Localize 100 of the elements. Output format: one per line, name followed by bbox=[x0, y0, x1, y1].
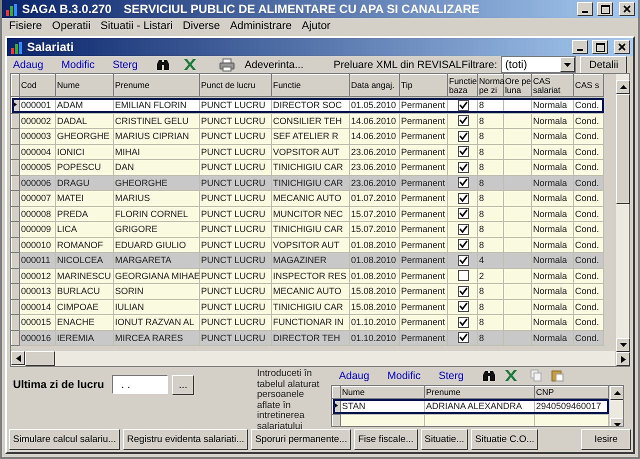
action-button[interactable]: Registru evidenta salariati... bbox=[122, 429, 248, 450]
revisal-link[interactable]: Preluare XML din REVISAL bbox=[334, 58, 462, 70]
action-button[interactable]: Iesire bbox=[581, 429, 631, 450]
dropdown-arrow-icon bbox=[564, 62, 572, 66]
table-cell: Normala bbox=[532, 222, 574, 237]
scroll-up-button[interactable] bbox=[610, 386, 623, 400]
checkbox[interactable] bbox=[458, 192, 468, 204]
checkbox[interactable] bbox=[458, 224, 468, 235]
excel-icon[interactable] bbox=[504, 369, 518, 382]
date-field[interactable]: . . bbox=[112, 375, 168, 394]
close-button[interactable] bbox=[614, 40, 630, 54]
column-header[interactable]: Nume bbox=[340, 386, 424, 398]
table-cell: DIRECTOR SOC bbox=[272, 98, 350, 113]
toolbar-link[interactable]: Sterg bbox=[438, 370, 464, 382]
table-cell: MARGARETA bbox=[114, 252, 200, 268]
action-button[interactable]: Situatie C.O... bbox=[471, 429, 538, 450]
column-header[interactable]: Cod bbox=[20, 74, 56, 96]
menu-item[interactable]: Operatii bbox=[47, 20, 96, 32]
minimize-button[interactable] bbox=[572, 40, 588, 54]
column-header[interactable]: CNP bbox=[534, 386, 608, 398]
checkbox[interactable] bbox=[458, 254, 468, 266]
toolbar-link[interactable]: Modific bbox=[61, 58, 95, 70]
table-cell: IONUT RAZVAN AL bbox=[114, 314, 200, 330]
table-cell: MARIUS bbox=[114, 190, 200, 206]
table-cell: Permanent bbox=[400, 314, 448, 330]
table-cell: 000001 bbox=[20, 98, 56, 113]
table-cell: Permanent bbox=[400, 284, 448, 299]
checkbox[interactable] bbox=[458, 115, 468, 126]
scrollbar-thumb[interactable] bbox=[25, 351, 55, 366]
checkbox[interactable] bbox=[458, 316, 468, 328]
filter-dropdown[interactable]: (toti) bbox=[501, 56, 576, 73]
scroll-left-button[interactable] bbox=[11, 351, 25, 365]
checkbox[interactable] bbox=[458, 301, 468, 312]
menu-item[interactable]: Situatii - Listari bbox=[96, 20, 178, 32]
scroll-right-button[interactable] bbox=[616, 352, 630, 366]
checkbox[interactable] bbox=[458, 270, 468, 282]
checkbox[interactable] bbox=[458, 208, 468, 220]
table-cell: 8 bbox=[478, 128, 504, 144]
table-cell: IEREMIA bbox=[56, 330, 114, 346]
column-header[interactable]: Punct de lucru bbox=[200, 74, 272, 96]
column-header[interactable]: Ore pe luna bbox=[504, 74, 532, 96]
table-cell: Cond. bbox=[574, 98, 604, 113]
table-cell: Normala bbox=[532, 314, 574, 330]
action-button[interactable]: Simulare calcul salariu... bbox=[9, 429, 120, 450]
maximize-button[interactable] bbox=[597, 2, 613, 16]
column-header[interactable]: Prenume bbox=[424, 386, 534, 398]
table-cell: Cond. bbox=[574, 128, 604, 144]
close-button[interactable] bbox=[619, 2, 635, 16]
column-header[interactable]: Tip bbox=[400, 74, 448, 96]
table-cell: 000016 bbox=[20, 330, 56, 346]
action-button[interactable]: Situatie... bbox=[420, 429, 468, 450]
table-cell: MATEI bbox=[56, 190, 114, 206]
column-header[interactable]: Norma pe zi bbox=[478, 74, 504, 96]
checkbox[interactable] bbox=[458, 130, 468, 142]
maximize-icon bbox=[596, 42, 604, 52]
toolbar-link[interactable]: Adaug bbox=[13, 58, 44, 70]
scroll-down-button[interactable] bbox=[616, 338, 630, 352]
checkbox[interactable] bbox=[458, 100, 468, 111]
column-header[interactable]: Functie baza bbox=[448, 74, 478, 96]
toolbar-link[interactable]: Sterg bbox=[112, 58, 138, 70]
checkbox[interactable] bbox=[458, 332, 468, 344]
table-cell: 8 bbox=[478, 160, 504, 175]
checkbox[interactable] bbox=[458, 177, 468, 188]
menu-item[interactable]: Administrare bbox=[224, 20, 297, 32]
checkbox[interactable] bbox=[458, 162, 468, 173]
toolbar-link[interactable]: Modific bbox=[387, 370, 421, 382]
minimize-button[interactable] bbox=[577, 2, 593, 16]
table-cell: Normala bbox=[532, 284, 574, 299]
column-header[interactable]: Functie bbox=[272, 74, 350, 96]
table-cell: SEF ATELIER R bbox=[272, 128, 350, 144]
column-header[interactable]: CAS s bbox=[574, 74, 604, 96]
table-cell: Permanent bbox=[400, 222, 448, 237]
binoculars-icon[interactable] bbox=[482, 370, 496, 382]
toolbar-link[interactable]: Adaug bbox=[339, 370, 370, 382]
table-cell: POPESCU bbox=[56, 160, 114, 175]
paste-icon[interactable] bbox=[550, 369, 564, 382]
scroll-up-button[interactable] bbox=[616, 80, 630, 94]
checkbox[interactable] bbox=[458, 239, 468, 250]
column-header[interactable]: Data angaj. bbox=[350, 74, 400, 96]
checkbox[interactable] bbox=[458, 286, 468, 297]
column-header[interactable]: CAS salariat bbox=[532, 74, 574, 96]
menu-item[interactable]: Fisiere bbox=[4, 20, 48, 32]
table-cell: Permanent bbox=[400, 190, 448, 206]
table-cell: 15.07.2010 bbox=[350, 222, 400, 237]
column-header[interactable]: Nume bbox=[56, 74, 114, 96]
table-cell: PUNCT LUCRU bbox=[200, 330, 272, 346]
menu-item[interactable]: Ajutor bbox=[296, 20, 336, 32]
excel-icon[interactable] bbox=[182, 58, 197, 71]
action-button[interactable]: Fise fiscale... bbox=[354, 429, 418, 450]
certificate-link[interactable]: Adeverinta... bbox=[244, 58, 304, 70]
scrollbar-thumb[interactable] bbox=[616, 94, 630, 204]
column-header[interactable]: Prenume bbox=[114, 74, 200, 96]
checkbox[interactable] bbox=[458, 146, 468, 158]
details-button[interactable]: Detalii bbox=[580, 56, 628, 74]
binoculars-icon[interactable] bbox=[156, 58, 170, 70]
menu-item[interactable]: Diverse bbox=[178, 20, 225, 32]
maximize-button[interactable] bbox=[592, 40, 608, 54]
browse-button[interactable]: ... bbox=[172, 375, 194, 395]
printer-icon[interactable] bbox=[218, 58, 235, 72]
action-button[interactable]: Sporuri permanente... bbox=[251, 429, 352, 450]
